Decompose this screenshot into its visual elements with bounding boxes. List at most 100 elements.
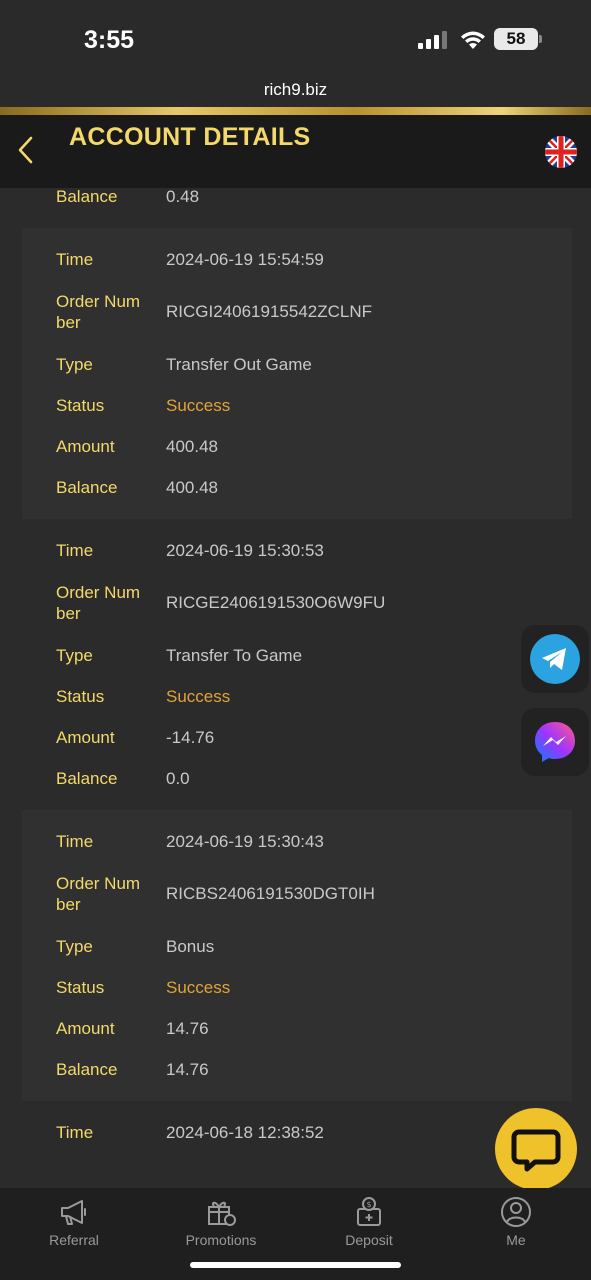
record-row-order: Order Num ber RICGI24061915542ZCLNF [22,280,572,344]
label-time: Time [56,250,94,269]
record-row-time: Time 2024-06-19 15:30:53 [22,530,572,571]
gift-icon [208,1201,236,1226]
value-order-number: RICGE2406191530O6W9FU [166,593,386,612]
value-time: 2024-06-19 15:30:43 [166,831,324,851]
nav-me[interactable]: Me [461,1196,571,1248]
record-row-balance: Balance 0.48 [22,188,572,217]
value-balance: 14.76 [166,1059,209,1079]
nav-label-promotions: Promotions [185,1232,257,1248]
value-amount: 14.76 [166,1018,209,1038]
record-row-time: Time 2024-06-19 15:54:59 [22,239,572,280]
gold-divider [0,107,591,115]
label-time: Time [56,541,94,560]
url-label[interactable]: rich9.biz [0,80,591,100]
label-order-line2: ber [56,313,81,332]
value-order-number: RICBS2406191530DGT0IH [166,884,375,903]
record-row-balance: Balance 400.48 [22,467,572,508]
label-order-number: Order Num ber [22,291,166,333]
record-card-partial-top: Balance 0.48 [22,188,572,228]
value-amount: 400.48 [166,436,218,456]
record-row-type: Type Bonus [22,926,572,967]
value-type: Bonus [166,936,215,956]
account-records[interactable]: Balance 0.48 Time 2024-06-19 15:54:59 Or… [0,188,591,1188]
nav-promotions[interactable]: Promotions [166,1196,276,1248]
value-balance: 0.48 [166,188,200,206]
label-type: Type [56,937,93,956]
battery-indicator: 58 [494,28,538,50]
label-time: Time [56,1123,94,1142]
wifi-icon [461,31,485,49]
deposit-icon: $ [357,1197,381,1226]
telegram-icon [530,634,580,684]
record-card: Time 2024-06-19 15:54:59 Order Num ber RI… [22,228,572,519]
battery-nub [539,35,542,43]
label-amount: Amount [56,437,115,456]
label-balance: Balance [56,1060,118,1079]
label-order-line1: Order Num [56,874,141,893]
record-row-status: Status Success [22,385,572,426]
value-status: Success [166,977,231,997]
label-amount: Amount [56,1019,115,1038]
live-chat-button[interactable] [495,1108,577,1190]
record-row-type: Type Transfer To Game [22,635,572,676]
label-time: Time [56,832,94,851]
record-card: Time 2024-06-19 15:30:53 Order Num ber RI… [22,519,572,810]
messenger-icon [535,722,575,762]
value-type: Transfer To Game [166,645,303,665]
record-row-status: Status Success [22,967,572,1008]
label-order-line1: Order Num [56,583,141,602]
messenger-button[interactable] [521,708,589,776]
label-order-line2: ber [56,895,81,914]
label-balance: Balance [56,188,118,206]
label-order-line1: Order Num [56,292,141,311]
record-row-order: Order Num ber RICGE2406191530O6W9FU [22,571,572,635]
value-balance: 400.48 [166,477,218,497]
clock: 3:55 [84,26,135,54]
record-row-balance: Balance 14.76 [22,1049,572,1090]
value-type: Transfer Out Game [166,354,312,374]
value-status: Success [166,686,231,706]
label-order-number: Order Num ber [22,873,166,915]
record-row-balance: Balance 0.0 [22,758,572,799]
label-balance: Balance [56,769,118,788]
value-amount: -14.76 [166,727,215,747]
label-balance: Balance [56,478,118,497]
records-list: Balance 0.48 Time 2024-06-19 15:54:59 Or… [22,188,572,1164]
label-order-number: Order Num ber [22,582,166,624]
nav-label-referral: Referral [49,1232,99,1248]
label-type: Type [56,646,93,665]
label-order-line2: ber [56,604,81,623]
page-title: ACCOUNT DETAILS [69,123,311,151]
label-status: Status [56,396,105,415]
record-row-status: Status Success [22,676,572,717]
record-row-amount: Amount 14.76 [22,1008,572,1049]
megaphone-icon [61,1200,86,1225]
record-card: Time 2024-06-19 15:30:43 Order Num ber RI… [22,810,572,1101]
back-icon[interactable] [14,135,38,165]
record-row-amount: Amount 400.48 [22,426,572,467]
nav-referral[interactable]: Referral [19,1196,129,1248]
record-row-amount: Amount -14.76 [22,717,572,758]
label-amount: Amount [56,728,115,747]
value-time: 2024-06-19 15:54:59 [166,249,324,269]
label-status: Status [56,687,105,706]
label-type: Type [56,355,93,374]
record-row-time: Time 2024-06-19 15:30:43 [22,821,572,862]
uk-flag-icon[interactable] [545,136,577,168]
chat-icon [511,1129,561,1172]
value-time: 2024-06-19 15:30:53 [166,540,324,560]
value-order-number: RICGI24061915542ZCLNF [166,302,373,321]
value-balance: 0.0 [166,768,190,788]
nav-label-me: Me [506,1232,526,1248]
record-row-type: Type Transfer Out Game [22,344,572,385]
page-header: ACCOUNT DETAILS [0,115,591,188]
record-card-partial-bottom: Time 2024-06-18 12:38:52 [22,1101,572,1164]
svg-text:$: $ [366,1200,371,1209]
status-bar: 3:55 58 rich9.biz [0,0,591,108]
label-status: Status [56,978,105,997]
record-row-time: Time 2024-06-18 12:38:52 [22,1112,572,1153]
nav-deposit[interactable]: $ Deposit [314,1196,424,1248]
record-row-order: Order Num ber RICBS2406191530DGT0IH [22,862,572,926]
home-indicator[interactable] [190,1262,401,1268]
telegram-button[interactable] [521,625,589,693]
